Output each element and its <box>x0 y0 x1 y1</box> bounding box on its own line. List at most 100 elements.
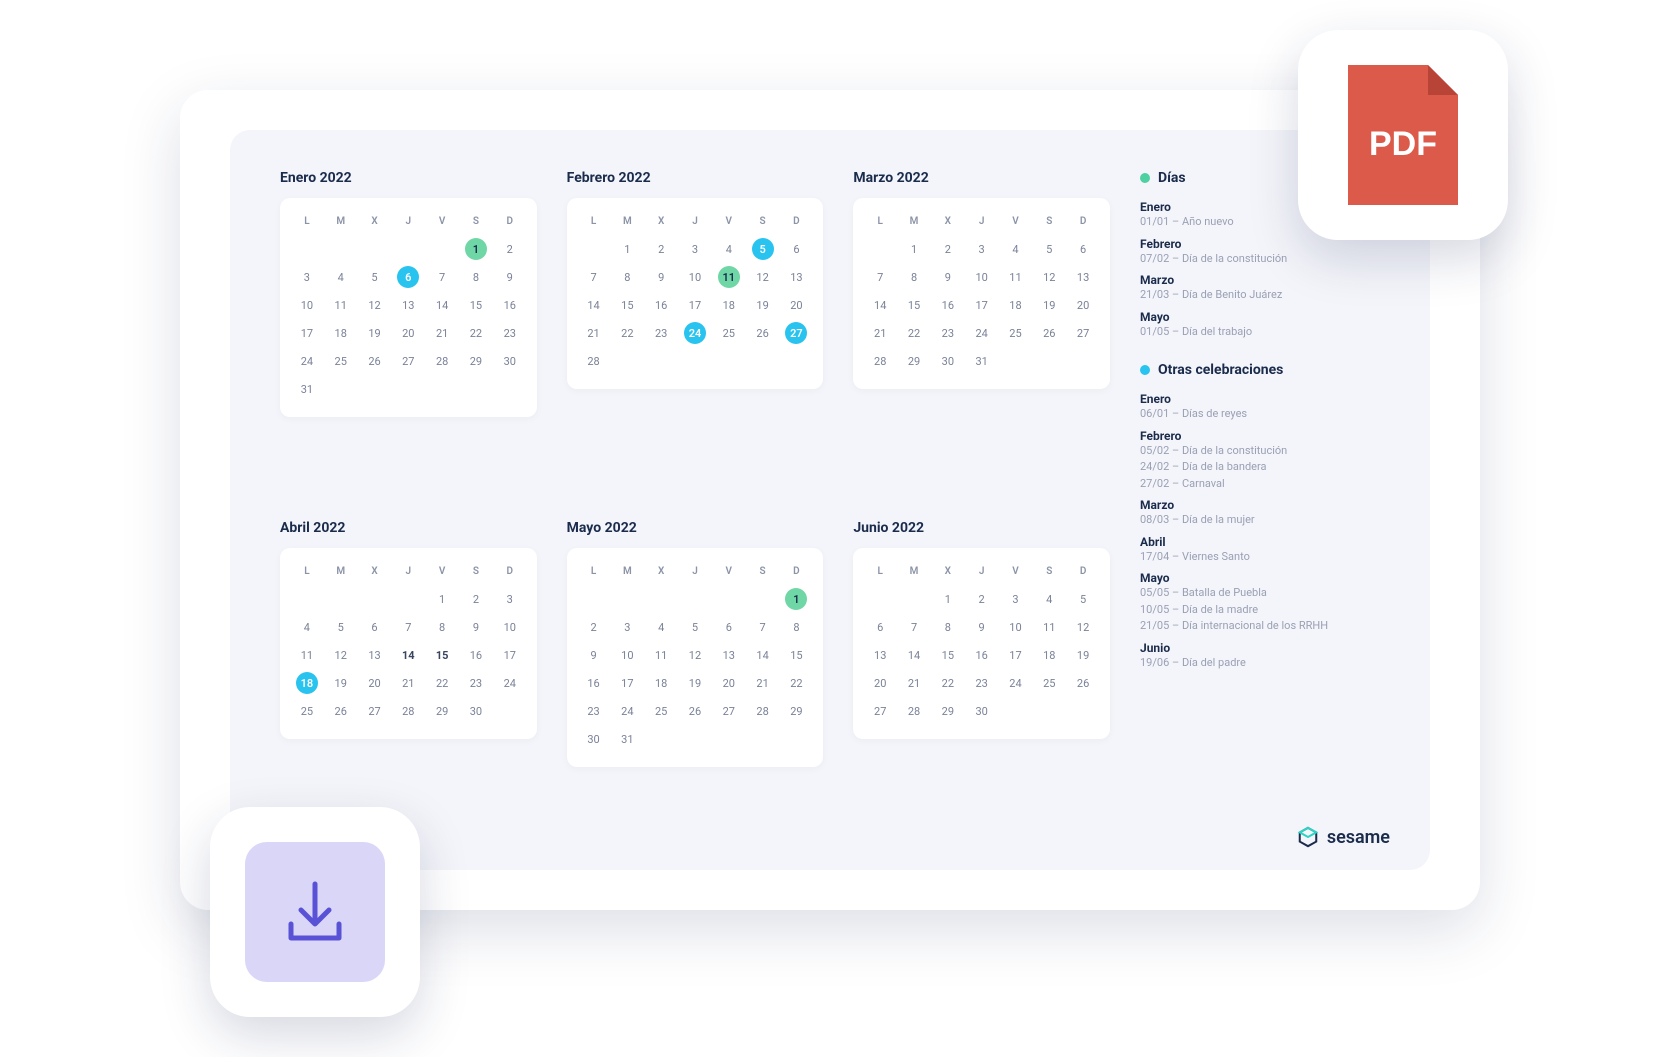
day-cell[interactable]: 5 <box>746 235 780 263</box>
day-cell[interactable]: 19 <box>1066 641 1100 669</box>
day-cell[interactable]: 8 <box>780 613 814 641</box>
day-cell[interactable]: 25 <box>324 347 358 375</box>
day-cell[interactable]: 19 <box>358 319 392 347</box>
day-cell[interactable]: 2 <box>459 585 493 613</box>
day-cell[interactable]: 8 <box>610 263 644 291</box>
day-cell[interactable]: 9 <box>644 263 678 291</box>
day-cell[interactable]: 2 <box>577 613 611 641</box>
day-cell[interactable]: 17 <box>678 291 712 319</box>
day-cell[interactable]: 12 <box>746 263 780 291</box>
day-cell[interactable]: 22 <box>425 669 459 697</box>
day-cell[interactable]: 11 <box>290 641 324 669</box>
day-cell[interactable]: 17 <box>965 291 999 319</box>
day-cell[interactable]: 17 <box>290 319 324 347</box>
day-cell[interactable]: 18 <box>1032 641 1066 669</box>
day-cell[interactable]: 5 <box>1032 235 1066 263</box>
day-cell[interactable]: 20 <box>391 319 425 347</box>
day-cell[interactable]: 5 <box>358 263 392 291</box>
day-cell[interactable]: 10 <box>493 613 527 641</box>
day-cell[interactable]: 23 <box>493 319 527 347</box>
download-badge[interactable] <box>210 807 420 1017</box>
day-cell[interactable]: 29 <box>459 347 493 375</box>
day-cell[interactable]: 7 <box>425 263 459 291</box>
day-cell[interactable]: 27 <box>1066 319 1100 347</box>
day-cell[interactable]: 27 <box>358 697 392 725</box>
day-cell[interactable]: 11 <box>324 291 358 319</box>
day-cell[interactable]: 15 <box>425 641 459 669</box>
day-cell[interactable]: 30 <box>965 697 999 725</box>
day-cell[interactable]: 9 <box>577 641 611 669</box>
day-cell[interactable]: 13 <box>712 641 746 669</box>
day-cell[interactable]: 18 <box>290 669 324 697</box>
day-cell[interactable]: 1 <box>610 235 644 263</box>
day-cell[interactable]: 3 <box>290 263 324 291</box>
day-cell[interactable]: 6 <box>358 613 392 641</box>
day-cell[interactable]: 14 <box>391 641 425 669</box>
day-cell[interactable]: 12 <box>678 641 712 669</box>
day-cell[interactable]: 3 <box>493 585 527 613</box>
day-cell[interactable]: 3 <box>999 585 1033 613</box>
day-cell[interactable]: 31 <box>290 375 324 403</box>
day-cell[interactable]: 21 <box>863 319 897 347</box>
day-cell[interactable]: 10 <box>290 291 324 319</box>
day-cell[interactable]: 4 <box>999 235 1033 263</box>
day-cell[interactable]: 8 <box>897 263 931 291</box>
day-cell[interactable]: 13 <box>863 641 897 669</box>
day-cell[interactable]: 10 <box>965 263 999 291</box>
day-cell[interactable]: 25 <box>644 697 678 725</box>
day-cell[interactable]: 24 <box>678 319 712 347</box>
day-cell[interactable]: 21 <box>897 669 931 697</box>
day-cell[interactable]: 18 <box>712 291 746 319</box>
day-cell[interactable]: 3 <box>965 235 999 263</box>
day-cell[interactable]: 4 <box>1032 585 1066 613</box>
day-cell[interactable]: 5 <box>1066 585 1100 613</box>
day-cell[interactable]: 13 <box>358 641 392 669</box>
day-cell[interactable]: 9 <box>459 613 493 641</box>
day-cell[interactable]: 15 <box>897 291 931 319</box>
day-cell[interactable]: 6 <box>780 235 814 263</box>
day-cell[interactable]: 6 <box>712 613 746 641</box>
day-cell[interactable]: 24 <box>290 347 324 375</box>
day-cell[interactable]: 9 <box>493 263 527 291</box>
day-cell[interactable]: 1 <box>459 235 493 263</box>
day-cell[interactable]: 28 <box>391 697 425 725</box>
day-cell[interactable]: 28 <box>863 347 897 375</box>
day-cell[interactable]: 12 <box>1032 263 1066 291</box>
day-cell[interactable]: 11 <box>644 641 678 669</box>
day-cell[interactable]: 7 <box>897 613 931 641</box>
day-cell[interactable]: 2 <box>965 585 999 613</box>
day-cell[interactable]: 4 <box>290 613 324 641</box>
day-cell[interactable]: 31 <box>965 347 999 375</box>
day-cell[interactable]: 21 <box>577 319 611 347</box>
day-cell[interactable]: 16 <box>644 291 678 319</box>
day-cell[interactable]: 28 <box>577 347 611 375</box>
day-cell[interactable]: 6 <box>1066 235 1100 263</box>
day-cell[interactable]: 19 <box>1032 291 1066 319</box>
day-cell[interactable]: 9 <box>931 263 965 291</box>
day-cell[interactable]: 16 <box>459 641 493 669</box>
day-cell[interactable]: 22 <box>780 669 814 697</box>
day-cell[interactable]: 17 <box>493 641 527 669</box>
day-cell[interactable]: 22 <box>459 319 493 347</box>
day-cell[interactable]: 1 <box>931 585 965 613</box>
day-cell[interactable]: 14 <box>425 291 459 319</box>
day-cell[interactable]: 19 <box>324 669 358 697</box>
day-cell[interactable]: 6 <box>391 263 425 291</box>
day-cell[interactable]: 29 <box>425 697 459 725</box>
day-cell[interactable]: 24 <box>610 697 644 725</box>
day-cell[interactable]: 15 <box>459 291 493 319</box>
day-cell[interactable]: 13 <box>391 291 425 319</box>
day-cell[interactable]: 22 <box>610 319 644 347</box>
day-cell[interactable]: 18 <box>644 669 678 697</box>
day-cell[interactable]: 26 <box>746 319 780 347</box>
day-cell[interactable]: 23 <box>644 319 678 347</box>
day-cell[interactable]: 20 <box>863 669 897 697</box>
day-cell[interactable]: 5 <box>678 613 712 641</box>
day-cell[interactable]: 2 <box>493 235 527 263</box>
day-cell[interactable]: 26 <box>678 697 712 725</box>
day-cell[interactable]: 25 <box>290 697 324 725</box>
day-cell[interactable]: 12 <box>324 641 358 669</box>
day-cell[interactable]: 8 <box>425 613 459 641</box>
day-cell[interactable]: 23 <box>965 669 999 697</box>
day-cell[interactable]: 6 <box>863 613 897 641</box>
